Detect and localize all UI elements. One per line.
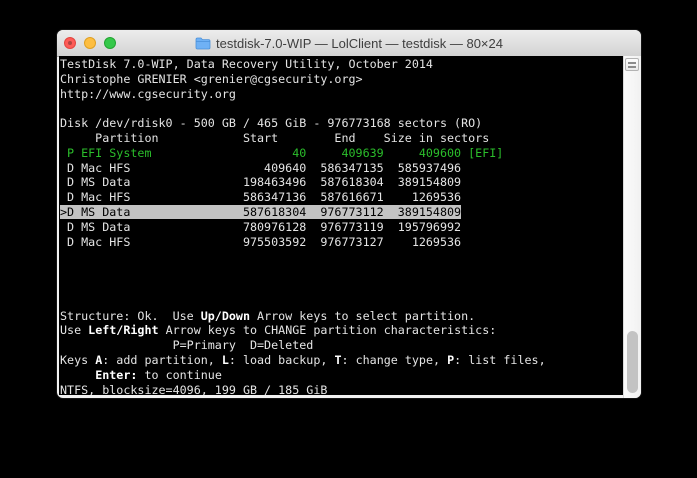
split-pane-icon xyxy=(628,62,636,64)
split-pane-button[interactable] xyxy=(625,58,639,71)
terminal-text-segment: : add partition, xyxy=(102,352,222,367)
terminal-screen-text: TestDisk 7.0-WIP, Data Recovery Utility,… xyxy=(59,56,623,395)
close-button[interactable] xyxy=(64,37,76,49)
terminal-line: Keys A: add partition, L: load backup, T… xyxy=(60,353,623,368)
terminal-text-segment: Arrow keys to select partition. xyxy=(250,308,476,323)
terminal-text-segment: Arrow keys to CHANGE partition character… xyxy=(158,323,497,338)
terminal-text-segment: D Mac HFS 409640 586347135 585937496 xyxy=(60,160,462,175)
status-line-ntfs: NTFS, blocksize=4096, 199 GB / 185 GiB xyxy=(60,383,623,395)
terminal-text-segment: Structure: Ok. Use xyxy=(60,308,201,323)
minimize-button[interactable] xyxy=(84,37,96,49)
terminal-text-segment: Use xyxy=(60,323,89,338)
terminal-line: Structure: Ok. Use Up/Down Arrow keys to… xyxy=(60,309,623,324)
terminal-text-segment: Left/Right xyxy=(88,323,159,338)
partition-row-ms-data-selected[interactable]: >D MS Data 587618304 976773112 389154809 xyxy=(60,204,623,220)
terminal-screen[interactable]: TestDisk 7.0-WIP, Data Recovery Utility,… xyxy=(59,56,623,395)
terminal-text-segment: : change type, xyxy=(341,352,448,367)
partition-row-mac-hfs-3[interactable]: D Mac HFS 975503592 976773127 1269536 xyxy=(60,235,623,250)
terminal-text-segment: Up/Down xyxy=(200,308,250,323)
partition-row-mac-hfs-2[interactable]: D Mac HFS 586347136 587616671 1269536 xyxy=(60,190,623,205)
terminal-text-segment: : load backup, xyxy=(228,352,335,367)
terminal-text-segment: Christophe GRENIER <grenier@cgsecurity.o… xyxy=(60,71,363,86)
partition-row-mac-hfs-1[interactable]: D Mac HFS 409640 586347135 585937496 xyxy=(60,161,623,176)
terminal-text-segment: TestDisk 7.0-WIP, Data Recovery Utility,… xyxy=(60,57,433,71)
terminal-text-segment: Keys xyxy=(60,352,96,367)
terminal-text-segment: NTFS, blocksize=4096, 199 GB / 185 GiB xyxy=(60,382,328,395)
terminal-window: testdisk-7.0-WIP — LolClient — testdisk … xyxy=(57,30,641,398)
terminal-line: P=Primary D=Deleted xyxy=(60,338,623,353)
terminal-text-segment: T xyxy=(334,352,342,367)
terminal-text-segment: P EFI System 40 409639 409600 [EFI] xyxy=(60,145,504,160)
scrollbar-track[interactable] xyxy=(623,56,641,398)
terminal-line: Enter: to continue xyxy=(60,368,623,383)
terminal-line: Partition Start End Size in sectors xyxy=(60,131,623,146)
window-title: testdisk-7.0-WIP — LolClient — testdisk … xyxy=(216,35,503,51)
terminal-text-segment: L xyxy=(221,352,229,367)
titlebar[interactable]: testdisk-7.0-WIP — LolClient — testdisk … xyxy=(57,30,641,57)
terminal-line: Christophe GRENIER <grenier@cgsecurity.o… xyxy=(60,72,623,87)
partition-row-efi-system[interactable]: P EFI System 40 409639 409600 [EFI] xyxy=(60,146,623,161)
split-pane-icon xyxy=(628,66,636,68)
terminal-text-segment: Enter: xyxy=(95,367,138,382)
scrollbar-thumb[interactable] xyxy=(627,331,638,393)
terminal-text-segment: Disk /dev/rdisk0 - 500 GB / 465 GiB - 97… xyxy=(60,116,483,131)
partition-row-ms-data-1[interactable]: D MS Data 198463496 587618304 389154809 xyxy=(60,175,623,190)
zoom-button[interactable] xyxy=(104,37,116,49)
folder-icon[interactable] xyxy=(195,37,211,50)
terminal-line: http://www.cgsecurity.org xyxy=(60,87,623,102)
terminal-line: TestDisk 7.0-WIP, Data Recovery Utility,… xyxy=(60,57,623,72)
terminal-text-segment: : list files, xyxy=(454,352,546,367)
terminal-line: Use Left/Right Arrow keys to CHANGE part… xyxy=(60,323,623,338)
terminal-text-segment: http://www.cgsecurity.org xyxy=(60,86,236,101)
terminal-text-segment: D Mac HFS 586347136 587616671 1269536 xyxy=(60,190,462,205)
terminal-text-segment: to continue xyxy=(137,367,222,382)
terminal-line: Disk /dev/rdisk0 - 500 GB / 465 GiB - 97… xyxy=(60,116,623,131)
terminal-text-segment: D MS Data 198463496 587618304 389154809 xyxy=(60,175,462,190)
terminal-text-segment: D Mac HFS 975503592 976773127 1269536 xyxy=(60,234,462,249)
terminal-text-segment: Partition Start End Size in sectors xyxy=(60,130,490,145)
terminal-text-segment: P=Primary D=Deleted xyxy=(60,338,314,353)
terminal-text-segment: D MS Data 780976128 976773119 195796992 xyxy=(60,219,462,234)
partition-row-ms-data-3[interactable]: D MS Data 780976128 976773119 195796992 xyxy=(60,220,623,235)
selected-partition-text: >D MS Data 587618304 976773112 389154809 xyxy=(60,204,462,219)
traffic-lights xyxy=(64,30,116,56)
